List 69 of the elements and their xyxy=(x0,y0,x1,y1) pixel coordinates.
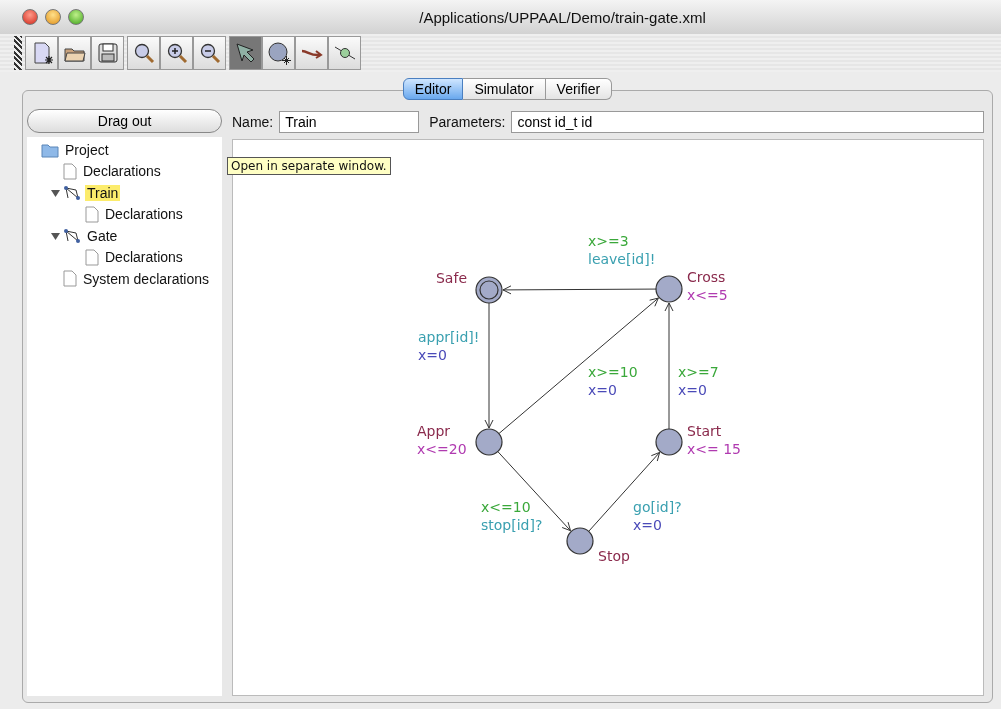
invariant-label: x<=20 xyxy=(417,441,467,457)
zoom-tool-button[interactable] xyxy=(127,36,160,70)
save-tool-button[interactable] xyxy=(91,36,124,70)
guard-label: x<=10 xyxy=(481,499,531,515)
parameters-field[interactable]: const id_t id xyxy=(511,111,984,133)
new-tool-button[interactable] xyxy=(25,36,58,70)
disclosure-triangle-icon[interactable] xyxy=(49,187,63,198)
location-node[interactable] xyxy=(655,428,683,456)
update-label: x=0 xyxy=(633,517,662,533)
tree-item[interactable]: Declarations xyxy=(103,206,185,223)
location-name: Cross xyxy=(687,269,726,285)
name-label: Name: xyxy=(232,114,274,130)
tab[interactable]: Verifier xyxy=(545,78,613,100)
guard-label: x>=10 xyxy=(588,364,638,380)
sync-label: leave[id]! xyxy=(588,251,656,267)
tree-item[interactable]: Project xyxy=(63,141,111,158)
tree-item[interactable]: Declarations xyxy=(103,249,185,266)
location-name: Start xyxy=(687,423,722,439)
disclosure-triangle-icon[interactable] xyxy=(49,230,63,241)
window-title: /Applications/UPPAAL/Demo/train-gate.xml xyxy=(418,8,707,26)
document-icon xyxy=(63,270,77,288)
location-node[interactable] xyxy=(566,527,594,555)
tree-item[interactable]: System declarations xyxy=(81,270,212,287)
document-icon xyxy=(85,205,99,223)
tooltip: Open in separate window. xyxy=(227,157,391,175)
sync-label: appr[id]! xyxy=(418,329,480,345)
invariant-label: x<= 15 xyxy=(687,441,741,457)
tree-item[interactable]: Train xyxy=(85,184,121,201)
zoomin-tool-button[interactable] xyxy=(160,36,193,70)
guard-label: x>=3 xyxy=(588,233,629,249)
parameters-label: Parameters: xyxy=(429,114,506,130)
zoomout-tool-button[interactable] xyxy=(193,36,226,70)
document-icon xyxy=(63,162,77,180)
location-name: Appr xyxy=(417,423,451,439)
nail-tool-button[interactable] xyxy=(328,36,361,70)
document-icon xyxy=(85,248,99,266)
tree-item[interactable]: Gate xyxy=(85,227,120,244)
automaton-icon xyxy=(63,184,81,201)
update-label: x=0 xyxy=(588,382,617,398)
edge-tool-button[interactable] xyxy=(295,36,328,70)
sync-label: go[id]? xyxy=(633,499,682,515)
zoom-icon[interactable] xyxy=(68,9,84,25)
location-tool-button[interactable] xyxy=(262,36,295,70)
close-icon[interactable] xyxy=(22,9,38,25)
toolbar-grip[interactable] xyxy=(14,36,22,70)
name-field[interactable]: Train xyxy=(279,111,420,133)
open-tool-button[interactable] xyxy=(58,36,91,70)
edge-arrow[interactable] xyxy=(664,302,674,430)
select-tool-button[interactable] xyxy=(229,36,262,70)
guard-label: x>=7 xyxy=(678,364,719,380)
circle-add-icon xyxy=(266,41,291,65)
sync-label: stop[id]? xyxy=(481,517,543,533)
minimize-icon[interactable] xyxy=(45,9,61,25)
location-node[interactable] xyxy=(655,275,683,303)
location-node[interactable] xyxy=(475,428,503,456)
invariant-label: x<=5 xyxy=(687,287,728,303)
update-label: x=0 xyxy=(678,382,707,398)
tab[interactable]: Simulator xyxy=(463,78,546,100)
automaton-icon xyxy=(63,227,81,244)
folder-icon xyxy=(41,141,59,158)
edge-arrow[interactable] xyxy=(484,302,494,429)
edge-arrow[interactable] xyxy=(502,285,657,295)
location-node[interactable] xyxy=(475,276,503,304)
update-label: x=0 xyxy=(418,347,447,363)
tree-item[interactable]: Declarations xyxy=(81,163,163,180)
tab[interactable]: Editor xyxy=(402,78,464,100)
drag-out-button[interactable]: Drag out xyxy=(27,109,223,133)
location-name: Safe xyxy=(436,270,467,286)
location-name: Stop xyxy=(598,548,630,564)
